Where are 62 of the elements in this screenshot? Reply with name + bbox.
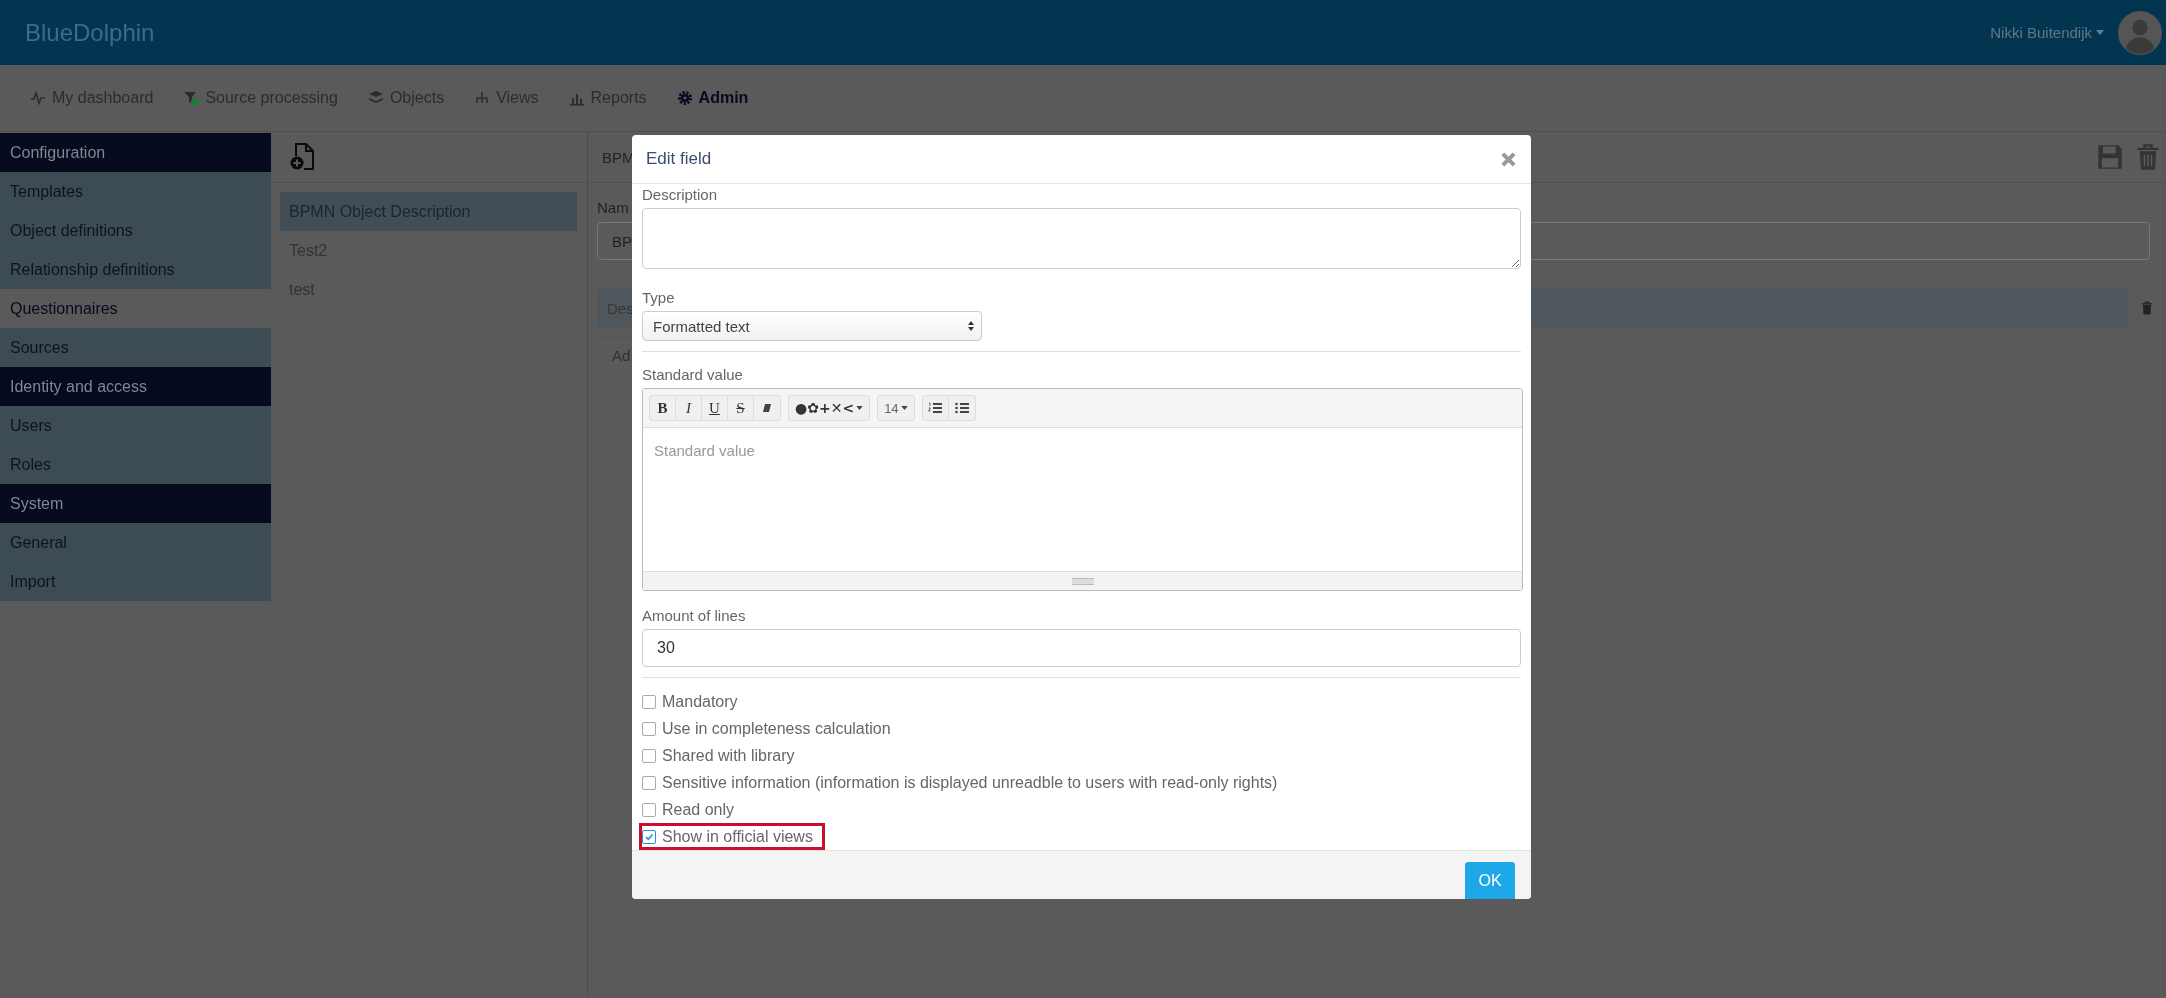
- checkmark-icon: [644, 831, 654, 842]
- close-icon[interactable]: [1500, 150, 1517, 168]
- bold-button[interactable]: B: [650, 396, 676, 420]
- italic-button[interactable]: I: [676, 396, 702, 420]
- numbered-list-icon: [928, 402, 943, 414]
- hierarchy-icon: [474, 90, 491, 106]
- type-dropdown[interactable]: Formatted text: [642, 311, 982, 341]
- save-icon[interactable]: [2096, 143, 2124, 171]
- field-label: Amount of lines: [642, 607, 746, 624]
- field-label: Description: [642, 186, 718, 203]
- layers-icon: [367, 90, 384, 106]
- checkbox-label: Sensitive information (information is displayed unreadble to users with read-only rights): [662, 773, 1278, 792]
- description-field[interactable]: [642, 208, 1521, 269]
- standard-value-editor[interactable]: Standard value: [643, 428, 1522, 571]
- add-document-icon[interactable]: [290, 143, 316, 171]
- field-label: Nam: [597, 199, 629, 216]
- checkbox-label: Use in completeness calculation: [662, 719, 891, 738]
- field-label: Standard value: [642, 366, 743, 383]
- sidebar-item[interactable]: Users: [0, 406, 271, 445]
- nav-tab[interactable]: Admin: [676, 89, 749, 107]
- settings-icon: [676, 90, 693, 106]
- sidebar-section-title: Identity and access: [0, 367, 271, 406]
- resize-handle[interactable]: [1071, 577, 1094, 585]
- avatar-icon[interactable]: [2118, 10, 2162, 55]
- checkbox[interactable]: [642, 721, 656, 736]
- sidebar-section-title: Configuration: [0, 133, 271, 172]
- brand-name[interactable]: BlueDolphin: [25, 18, 155, 47]
- dialog-title: Edit field: [646, 149, 712, 169]
- trash-icon[interactable]: [2140, 301, 2154, 315]
- checkbox-label: Read only: [662, 800, 735, 819]
- checkbox-label: Shared with library: [662, 746, 795, 765]
- strikethrough-button[interactable]: S: [728, 396, 754, 420]
- checkbox[interactable]: [642, 829, 656, 844]
- style-dropdown[interactable]: ●✿+✕<: [789, 396, 870, 420]
- sidebar-item[interactable]: Sources: [0, 328, 271, 367]
- checkbox[interactable]: [642, 802, 656, 817]
- pulse-icon: [30, 90, 46, 106]
- font-size-dropdown[interactable]: 14: [878, 396, 914, 420]
- eraser-icon: [762, 403, 772, 413]
- checkbox-label: Show in official views: [662, 827, 813, 846]
- sidebar-section-title: System: [0, 484, 271, 523]
- caret-icon: [900, 406, 908, 410]
- checkbox[interactable]: [642, 694, 656, 709]
- sort-arrows-icon: [968, 321, 974, 331]
- sidebar-item[interactable]: Templates: [0, 172, 271, 211]
- caret-icon: [2096, 30, 2104, 35]
- checkbox-label: Mandatory: [662, 692, 738, 711]
- funnel-icon: [183, 90, 200, 106]
- sidebar-item[interactable]: Object definitions: [0, 211, 271, 250]
- bullet-list-icon: [954, 402, 969, 414]
- underline-button[interactable]: U: [702, 396, 728, 420]
- field-label: Type: [642, 289, 675, 306]
- amount-of-lines-field[interactable]: 30: [642, 629, 1521, 667]
- checkbox[interactable]: [642, 748, 656, 763]
- sidebar-item[interactable]: Relationship definitions: [0, 250, 271, 289]
- checkbox[interactable]: [642, 775, 656, 790]
- caret-icon: [856, 406, 864, 410]
- user-menu[interactable]: Nikki Buitendijk: [1990, 24, 2104, 41]
- sidebar-item[interactable]: Roles: [0, 445, 271, 484]
- sidebar-item[interactable]: General: [0, 523, 271, 562]
- sidebar-item[interactable]: Import: [0, 562, 271, 601]
- ok-button[interactable]: OK: [1465, 861, 1515, 899]
